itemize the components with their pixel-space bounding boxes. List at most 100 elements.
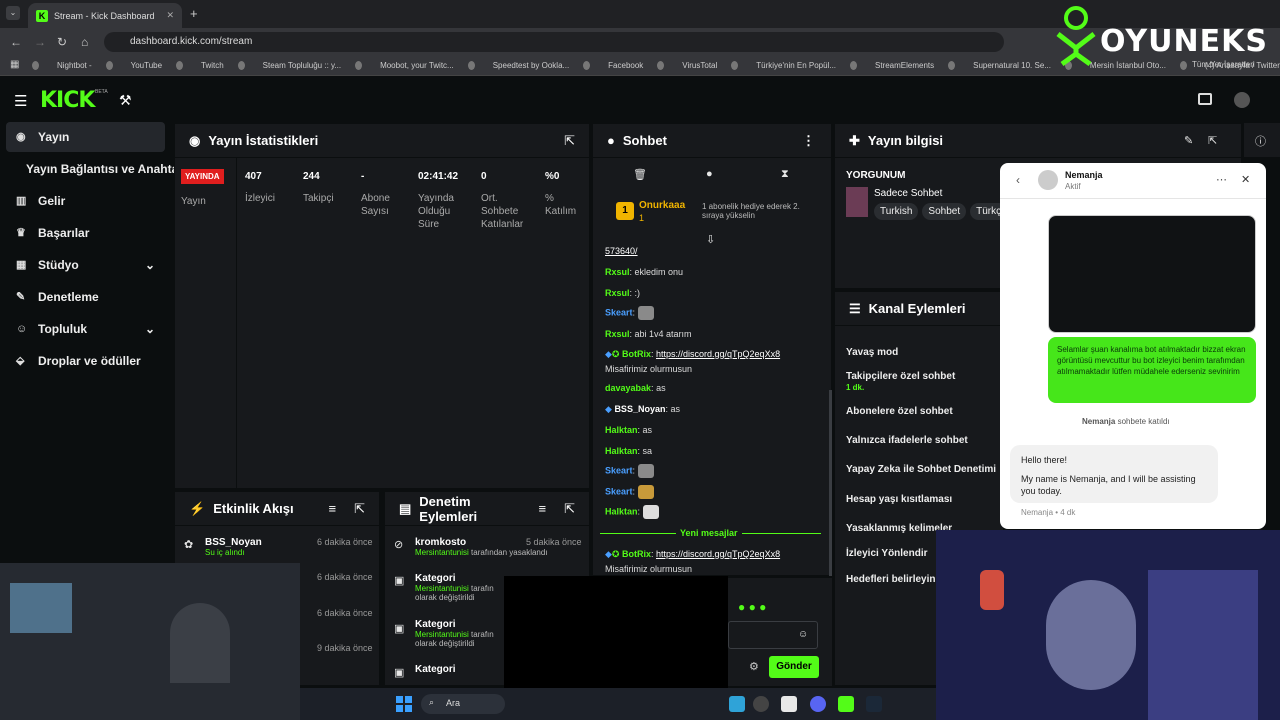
message-icon[interactable]: ● bbox=[706, 168, 713, 180]
emote-icon bbox=[637, 464, 654, 478]
category-icon: ▣ bbox=[394, 667, 405, 679]
action-account-age[interactable]: Hesap yaşı kısıtlaması bbox=[846, 494, 952, 505]
joined-notice: Nemanja sohbete katıldı bbox=[1082, 417, 1170, 426]
store-icon[interactable] bbox=[781, 696, 797, 712]
bookmark-item[interactable]: Facebook bbox=[608, 61, 643, 70]
bookmark-item[interactable]: Nightbot - bbox=[57, 61, 92, 70]
action-subs-only[interactable]: Abonelere özel sohbet bbox=[846, 406, 953, 417]
trash-icon[interactable]: 🗑 bbox=[633, 168, 647, 181]
tag[interactable]: Sohbet bbox=[922, 203, 967, 220]
chat-header: ● Sohbet ⋮ bbox=[593, 124, 831, 158]
windows-start-icon[interactable] bbox=[396, 696, 412, 712]
screenshot-attachment[interactable] bbox=[1048, 215, 1256, 333]
menu-icon[interactable]: ☰ bbox=[14, 92, 27, 110]
all-bookmarks[interactable]: Tüm Yer İşaretleri bbox=[1192, 60, 1255, 69]
sidebar-item-gelir[interactable]: ▥ Gelir bbox=[6, 186, 165, 216]
settings-icon[interactable]: ⚙ bbox=[749, 660, 759, 673]
agent-avatar bbox=[1038, 170, 1058, 190]
action-emote-only[interactable]: Yalnızca ifadelerle sohbet bbox=[846, 435, 968, 446]
info-tab[interactable]: ⓘ bbox=[1244, 123, 1280, 157]
chevron-down-icon: ⌄ bbox=[144, 322, 155, 336]
home-icon[interactable]: ⌂ bbox=[81, 35, 88, 49]
apps-icon[interactable]: ▦ bbox=[10, 59, 19, 70]
emote-icon bbox=[642, 505, 659, 519]
chat-message: Halktan: as bbox=[605, 425, 653, 435]
bookmark-item[interactable]: Türkiye'nin En Popül... bbox=[756, 61, 836, 70]
kick-app-icon[interactable] bbox=[838, 696, 854, 712]
tag[interactable]: Turkish bbox=[874, 203, 919, 220]
action-slow-mode[interactable]: Yavaş mod bbox=[846, 347, 898, 358]
verified-icon: ✪ bbox=[611, 549, 620, 559]
send-button[interactable]: Gönder bbox=[769, 656, 819, 678]
edge-icon[interactable] bbox=[729, 696, 745, 712]
steam-icon[interactable] bbox=[866, 696, 882, 712]
bookmark-item[interactable]: Twitch bbox=[201, 61, 224, 70]
discord-icon[interactable] bbox=[810, 696, 826, 712]
bookmark-favicon-icon bbox=[657, 61, 665, 70]
channel-actions-header: ☰ Kanal Eylemleri bbox=[835, 292, 1003, 326]
pinned-user[interactable]: Onurkaaa bbox=[639, 200, 685, 211]
creator-mode-icon[interactable] bbox=[1198, 93, 1212, 105]
bookmark-item[interactable]: Moobot, your Twitc... bbox=[380, 61, 454, 70]
more-icon[interactable]: ⋯ bbox=[1216, 173, 1227, 186]
edit-icon[interactable]: ✎ bbox=[1184, 134, 1193, 147]
new-tab-button[interactable]: + bbox=[190, 6, 198, 21]
bookmark-item[interactable]: StreamElements bbox=[875, 61, 934, 70]
kick-logo[interactable]: KICK bbox=[40, 88, 95, 113]
agent-message: Hello there! My name is Nemanja, and I wi… bbox=[1010, 445, 1218, 503]
close-tab-icon[interactable]: ✕ bbox=[166, 10, 174, 21]
sidebar-item-denetleme[interactable]: ✎ Denetleme bbox=[6, 282, 165, 312]
tab-list-button[interactable]: ⌄ bbox=[6, 6, 20, 20]
chat-message: Halktan: bbox=[605, 505, 659, 519]
collapse-icon[interactable]: ⇩ bbox=[706, 233, 715, 246]
filter-icon[interactable]: ≡ bbox=[329, 501, 337, 516]
chat-message: Halktan: sa bbox=[605, 446, 653, 456]
sidebar-item-droplar[interactable]: ⬙ Droplar ve ödüller bbox=[6, 346, 165, 376]
more-icon[interactable]: ⋮ bbox=[802, 133, 815, 149]
hourglass-icon[interactable]: ⧗ bbox=[781, 168, 789, 181]
sidebar-item-studyo[interactable]: ▦ Stüdyo ⌄ bbox=[6, 250, 165, 280]
filter-icon[interactable]: ≡ bbox=[539, 501, 547, 516]
sidebar-item-stream-key[interactable]: Yayın Bağlantısı ve Anahtarı bbox=[6, 154, 186, 184]
chat-scrollbar[interactable] bbox=[829, 390, 832, 576]
popout-icon[interactable]: ⇱ bbox=[564, 133, 575, 149]
chatgpt-icon[interactable] bbox=[753, 696, 769, 712]
bookmark-item[interactable]: Speedtest by Ookla... bbox=[493, 61, 570, 70]
sidebar-item-basarilar[interactable]: ♛ Başarılar bbox=[6, 218, 165, 248]
popout-icon[interactable]: ⇱ bbox=[564, 501, 575, 517]
beta-badge: BETA bbox=[95, 89, 108, 95]
bookmark-item[interactable]: Mersin İstanbul Oto... bbox=[1090, 61, 1166, 70]
browser-tab[interactable]: K Stream - Kick Dashboard ✕ bbox=[28, 3, 182, 28]
mod-time: 5 dakika önce bbox=[526, 537, 582, 547]
emote-bar-icon[interactable]: ● ● ● bbox=[738, 600, 766, 614]
taskbar-search[interactable]: ⌕ Ara bbox=[421, 694, 505, 714]
back-icon[interactable]: ‹ bbox=[1016, 173, 1020, 187]
user-message: Selamlar şuan kanalıma bot atılmaktadır … bbox=[1048, 337, 1256, 403]
popout-icon[interactable]: ⇱ bbox=[354, 501, 365, 517]
action-ai-moderation[interactable]: Yapay Zeka ile Sohbet Denetimi bbox=[846, 464, 996, 475]
back-icon[interactable]: ← bbox=[10, 35, 22, 49]
forward-icon[interactable]: → bbox=[34, 35, 46, 49]
category-name[interactable]: Sadece Sohbet bbox=[874, 188, 942, 199]
grid-icon: ▦ bbox=[16, 259, 27, 271]
emoji-icon[interactable]: ☺ bbox=[798, 629, 808, 640]
category-icon: ▣ bbox=[394, 623, 405, 635]
sidebar-item-yayin[interactable]: ◉ Yayın bbox=[6, 122, 165, 152]
bookmark-item[interactable]: Steam Topluluğu :: y... bbox=[263, 61, 341, 70]
reload-icon[interactable]: ↻ bbox=[57, 35, 67, 49]
hammer-icon[interactable]: ⚒ bbox=[119, 92, 132, 109]
avatar[interactable] bbox=[1234, 92, 1250, 108]
popout-icon[interactable]: ⇱ bbox=[1208, 134, 1217, 147]
action-followers-only[interactable]: Takipçilere özel sohbet bbox=[846, 371, 955, 382]
close-icon[interactable]: ✕ bbox=[1241, 173, 1250, 186]
bookmark-favicon-icon bbox=[731, 61, 739, 70]
bookmark-item[interactable]: Supernatural 10. Se... bbox=[973, 61, 1051, 70]
category-thumbnail bbox=[846, 187, 868, 217]
bookmark-item[interactable]: VirusTotal bbox=[682, 61, 717, 70]
url-field[interactable]: dashboard.kick.com/stream bbox=[104, 32, 1004, 52]
action-host[interactable]: İzleyici Yönlendir bbox=[846, 548, 928, 559]
stat-avg-chatters: 0 Ort. Sohbete Katılanlar bbox=[481, 171, 524, 230]
action-goals[interactable]: Hedefleri belirleyin bbox=[846, 574, 935, 585]
sidebar-item-topluluk[interactable]: ☺ Topluluk ⌄ bbox=[6, 314, 165, 344]
bookmark-item[interactable]: YouTube bbox=[131, 61, 162, 70]
